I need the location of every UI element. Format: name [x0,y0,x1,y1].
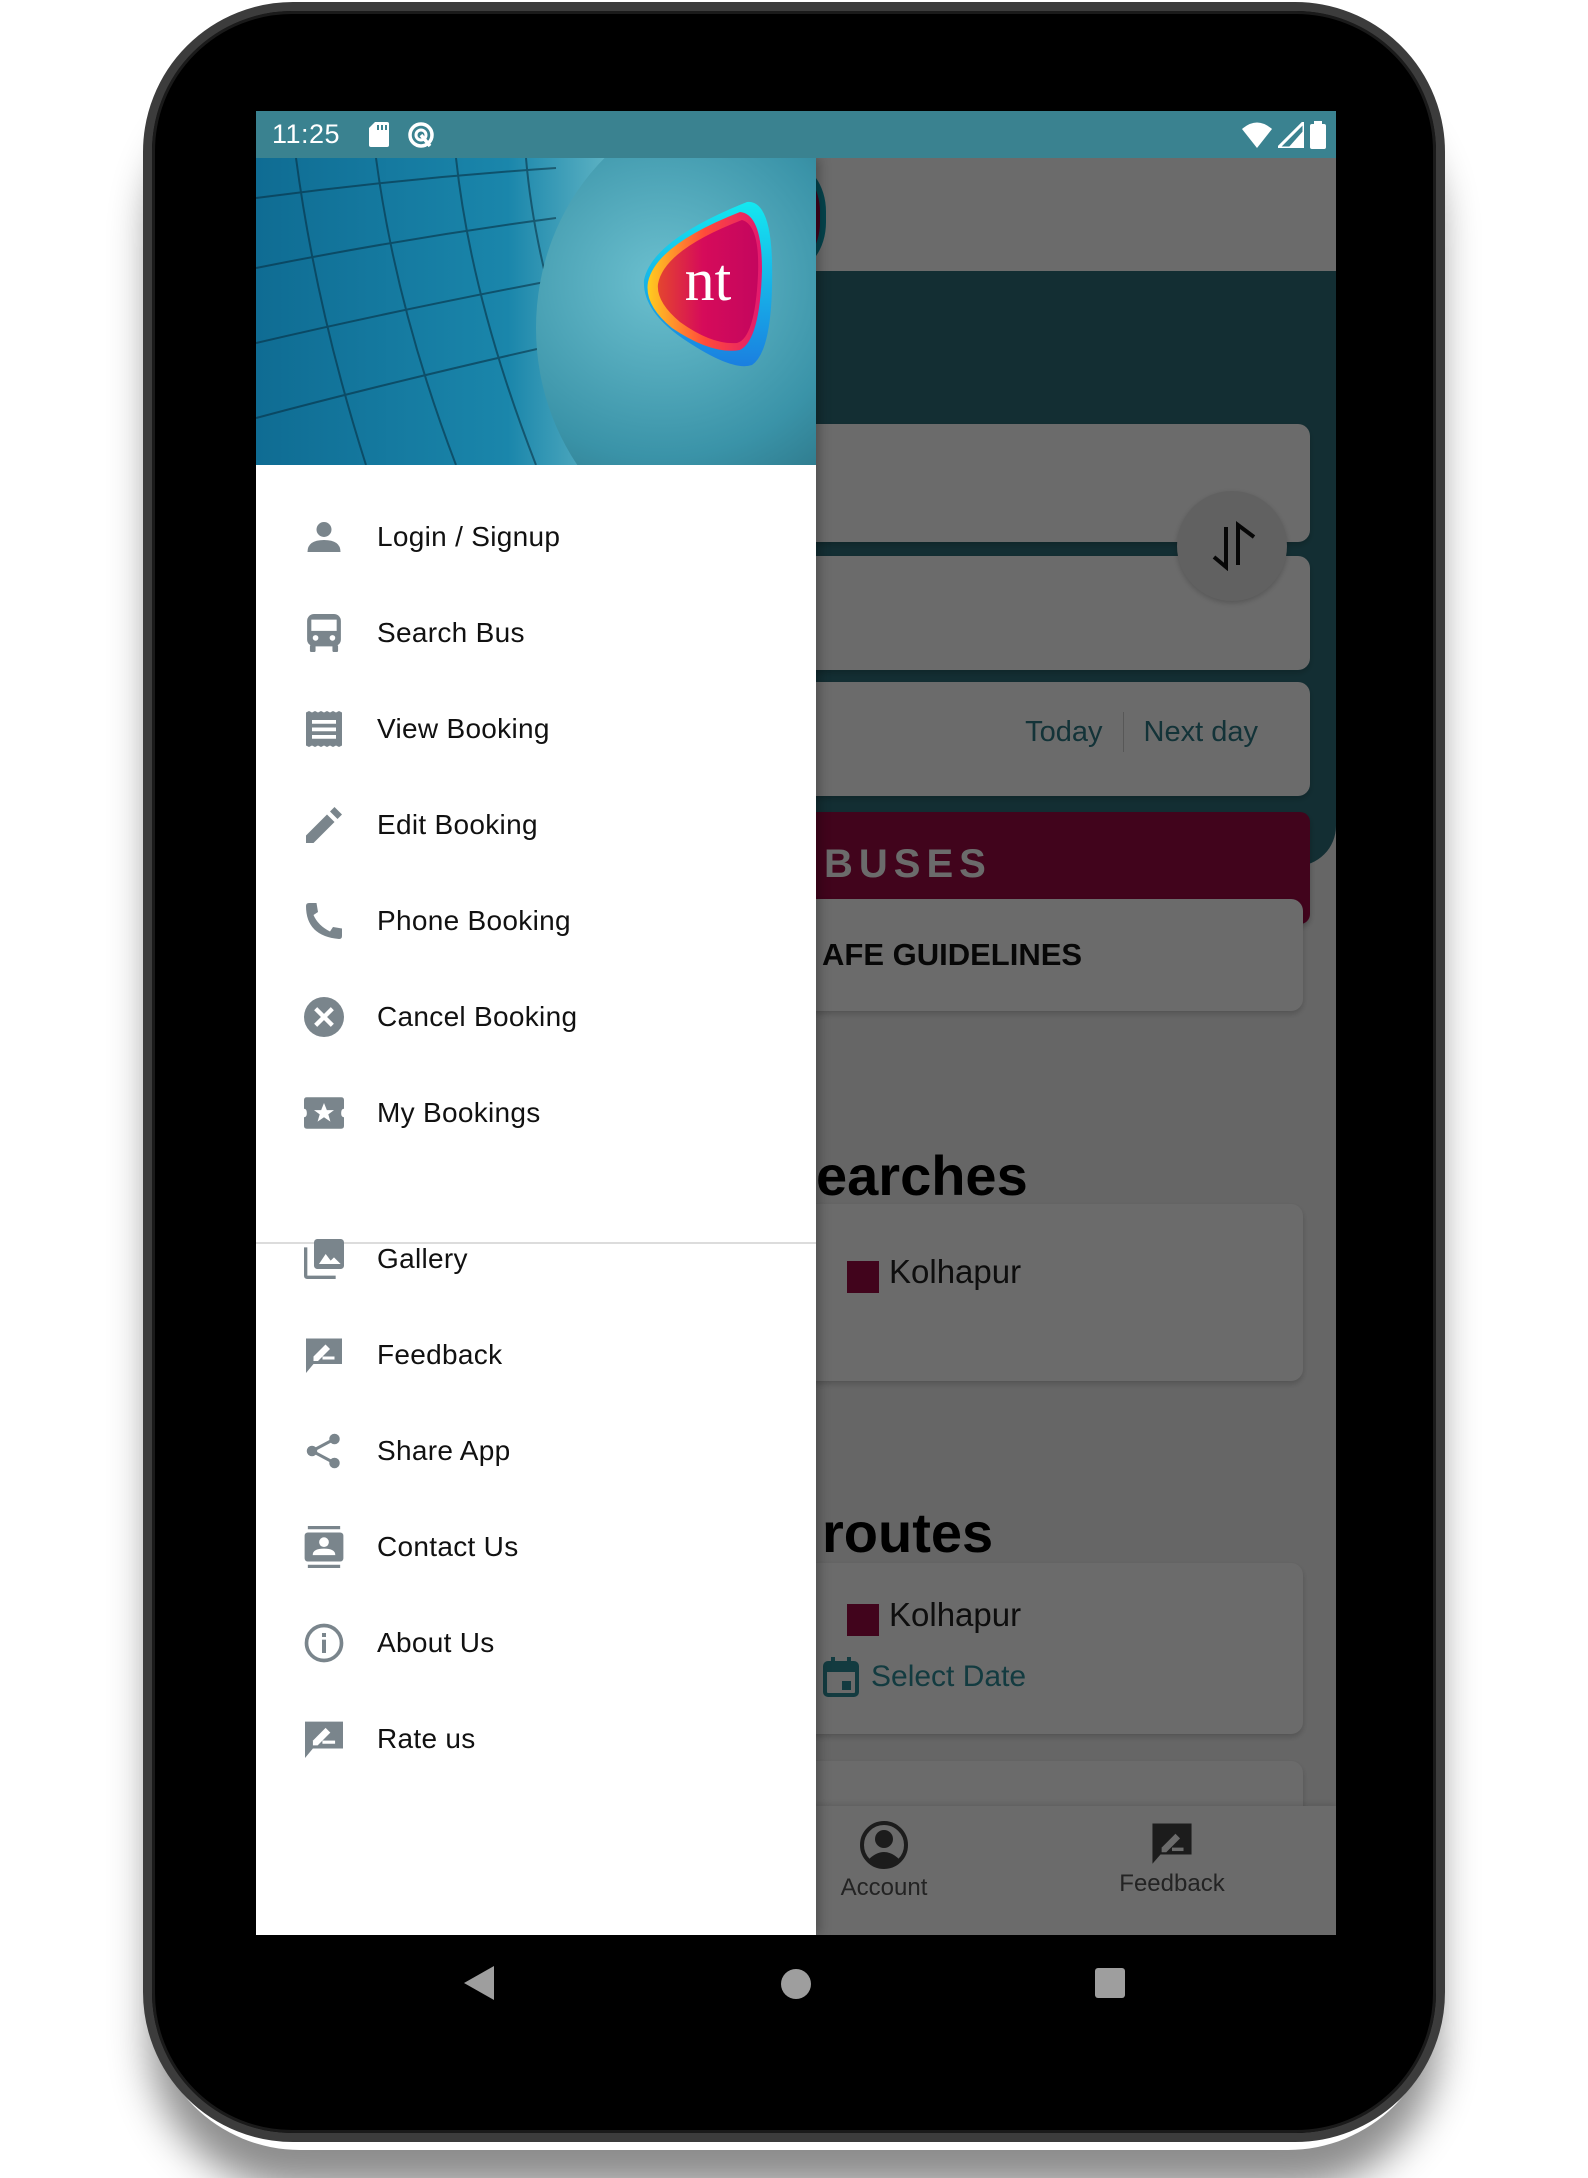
data-saver-icon [408,122,434,148]
drawer-item-label: Search Bus [377,617,525,648]
drawer-item-cancel-booking[interactable]: Cancel Booking [256,969,816,1065]
svg-text:nt: nt [685,247,732,313]
drawer-item-search-bus[interactable]: Search Bus [256,585,816,681]
drawer-item-label: My Bookings [377,1097,541,1128]
ticket-star-icon [304,1093,344,1133]
phone-icon [304,901,344,941]
drawer-item-edit-booking[interactable]: Edit Booking [256,777,816,873]
drawer-item-label: Contact Us [377,1531,519,1562]
info-icon [304,1623,344,1663]
drawer-item-label: View Booking [377,713,550,744]
person-icon [304,517,344,557]
drawer-item-label: Cancel Booking [377,1001,578,1032]
sd-card-icon [369,122,389,147]
share-icon [304,1431,344,1471]
drawer-item-label: Share App [377,1435,511,1466]
brand-logo: nt [643,201,773,367]
drawer-item-label: Rate us [377,1723,476,1754]
drawer-item-rate-us[interactable]: Rate us [256,1691,816,1787]
recents-nav-button[interactable] [1095,1968,1125,1998]
wifi-icon [1242,122,1272,148]
gallery-icon [304,1239,344,1279]
drawer-item-my-bookings[interactable]: My Bookings [256,1065,816,1161]
drawer-item-label: Phone Booking [377,905,571,936]
drawer-item-contact-us[interactable]: Contact Us [256,1499,816,1595]
drawer-item-phone-booking[interactable]: Phone Booking [256,873,816,969]
drawer-header: nt [256,158,816,465]
drawer-item-label: Login / Signup [377,521,561,552]
signal-icon [1278,122,1304,148]
drawer-item-about-us[interactable]: About Us [256,1595,816,1691]
contacts-icon [304,1526,344,1568]
drawer-item-label: Gallery [377,1243,468,1274]
home-nav-button[interactable] [781,1969,811,1999]
drawer-item-gallery[interactable]: Gallery [256,1211,816,1307]
rate-review-icon [304,1719,344,1759]
cancel-circle-icon [304,997,344,1037]
drawer-item-view-booking[interactable]: View Booking [256,681,816,777]
rate-review-icon [304,1335,344,1375]
battery-icon [1310,121,1326,149]
drawer-item-feedback[interactable]: Feedback [256,1307,816,1403]
drawer-item-label: About Us [377,1627,495,1658]
bus-icon [304,613,344,653]
navigation-drawer: nt Login / Signup Search Bus View Bookin… [256,158,816,1935]
receipt-icon [304,709,344,749]
status-bar: 11:25 [256,111,1336,158]
pencil-icon [304,805,344,845]
drawer-item-label: Edit Booking [377,809,538,840]
drawer-item-share-app[interactable]: Share App [256,1403,816,1499]
device-screen: 11:25 nt Login / Signup Search Bus View … [256,111,1336,1935]
status-time: 11:25 [272,119,341,149]
back-nav-icon[interactable] [464,1966,494,2000]
drawer-item-login-signup[interactable]: Login / Signup [256,489,816,585]
drawer-item-label: Feedback [377,1339,503,1370]
